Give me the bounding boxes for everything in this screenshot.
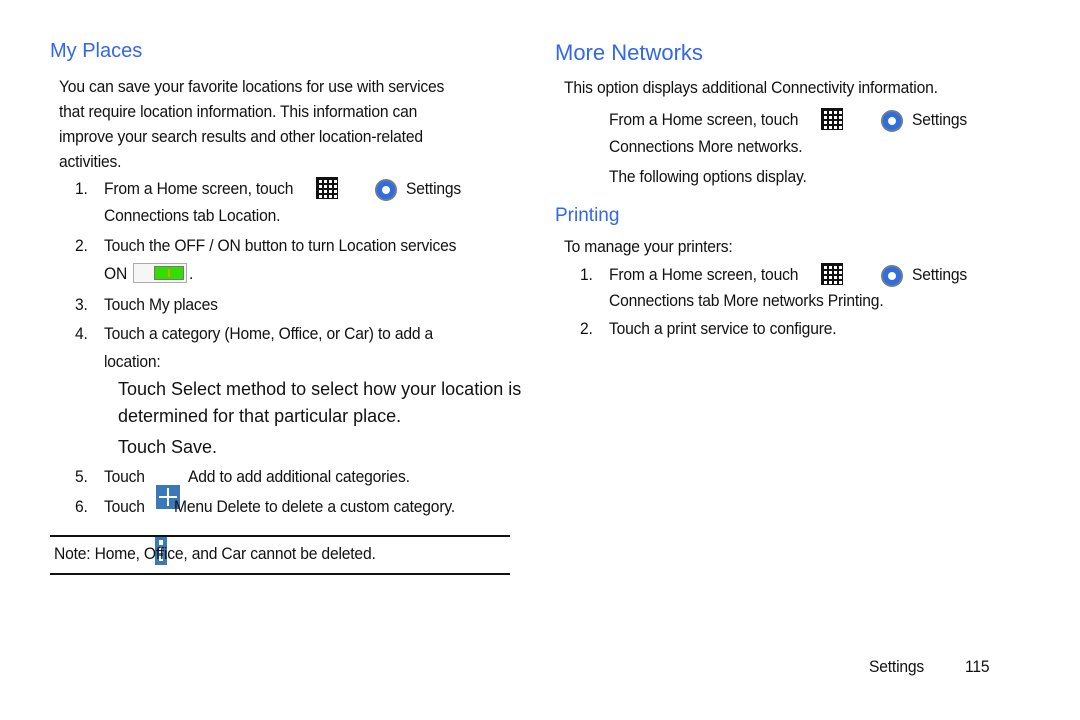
section-heading-more-networks: More Networks bbox=[555, 40, 703, 65]
step-number: 4. bbox=[75, 324, 88, 343]
note-rule-bottom bbox=[50, 573, 510, 575]
step-number: 6. bbox=[75, 497, 88, 516]
step-number: 2. bbox=[75, 236, 88, 255]
substep-text: determined for that particular place. bbox=[118, 406, 402, 426]
footer-section: Settings bbox=[869, 657, 925, 676]
settings-gear-icon bbox=[881, 110, 903, 132]
apps-grid-icon bbox=[821, 263, 843, 285]
settings-gear-icon bbox=[375, 179, 397, 201]
step-text: Menu Delete to delete a custom category. bbox=[174, 497, 455, 516]
step-text: From a Home screen, touch bbox=[609, 110, 799, 129]
step-text: location: bbox=[104, 352, 161, 371]
section-heading-my-places: My Places bbox=[50, 40, 143, 62]
apps-grid-icon bbox=[821, 108, 843, 130]
subheading-printing: Printing bbox=[555, 205, 620, 226]
step-text: Connections tab Location. bbox=[104, 206, 281, 225]
printing-intro: To manage your printers: bbox=[564, 237, 733, 256]
step-text: Touch bbox=[104, 497, 145, 516]
substep-text: Touch Select method to select how your l… bbox=[118, 379, 522, 399]
step-text: From a Home screen, touch bbox=[104, 179, 294, 198]
step-number: 3. bbox=[75, 295, 88, 314]
step-text: Add to add additional categories. bbox=[188, 467, 410, 486]
step-text: Touch My places bbox=[104, 295, 218, 314]
intro-line: that require location information. This … bbox=[59, 102, 418, 121]
substep-text: Touch Save. bbox=[118, 437, 218, 457]
step-text: Touch bbox=[104, 467, 145, 486]
intro-line: You can save your favorite locations for… bbox=[59, 77, 445, 96]
note-text: Note: Home, Office, and Car cannot be de… bbox=[54, 544, 376, 563]
step-text: The following options display. bbox=[609, 167, 807, 186]
page-number: 115 bbox=[965, 657, 990, 676]
step-text: ON bbox=[104, 264, 128, 283]
intro-line: improve your search results and other lo… bbox=[59, 127, 423, 146]
step-text: From a Home screen, touch bbox=[609, 265, 799, 284]
settings-label: Settings bbox=[912, 265, 968, 284]
note-rule-top bbox=[50, 535, 510, 537]
step-text: Touch the OFF / ON button to turn Locati… bbox=[104, 236, 457, 255]
settings-label: Settings bbox=[406, 179, 462, 198]
step-number: 1. bbox=[75, 179, 88, 198]
settings-gear-icon bbox=[881, 265, 903, 287]
step-text: Touch a print service to configure. bbox=[609, 319, 837, 338]
step-text: Connections More networks. bbox=[609, 137, 803, 156]
intro-text: This option displays additional Connecti… bbox=[564, 78, 938, 97]
step-number: 1. bbox=[580, 265, 593, 284]
step-text: . bbox=[189, 264, 194, 283]
apps-grid-icon bbox=[316, 177, 338, 199]
step-text: Touch a category (Home, Office, or Car) … bbox=[104, 324, 434, 343]
step-text: Connections tab More networks Printing. bbox=[609, 291, 884, 310]
location-toggle-on bbox=[133, 263, 187, 283]
step-number: 2. bbox=[580, 319, 593, 338]
intro-line: activities. bbox=[59, 152, 122, 171]
step-number: 5. bbox=[75, 467, 88, 486]
settings-label: Settings bbox=[912, 110, 968, 129]
